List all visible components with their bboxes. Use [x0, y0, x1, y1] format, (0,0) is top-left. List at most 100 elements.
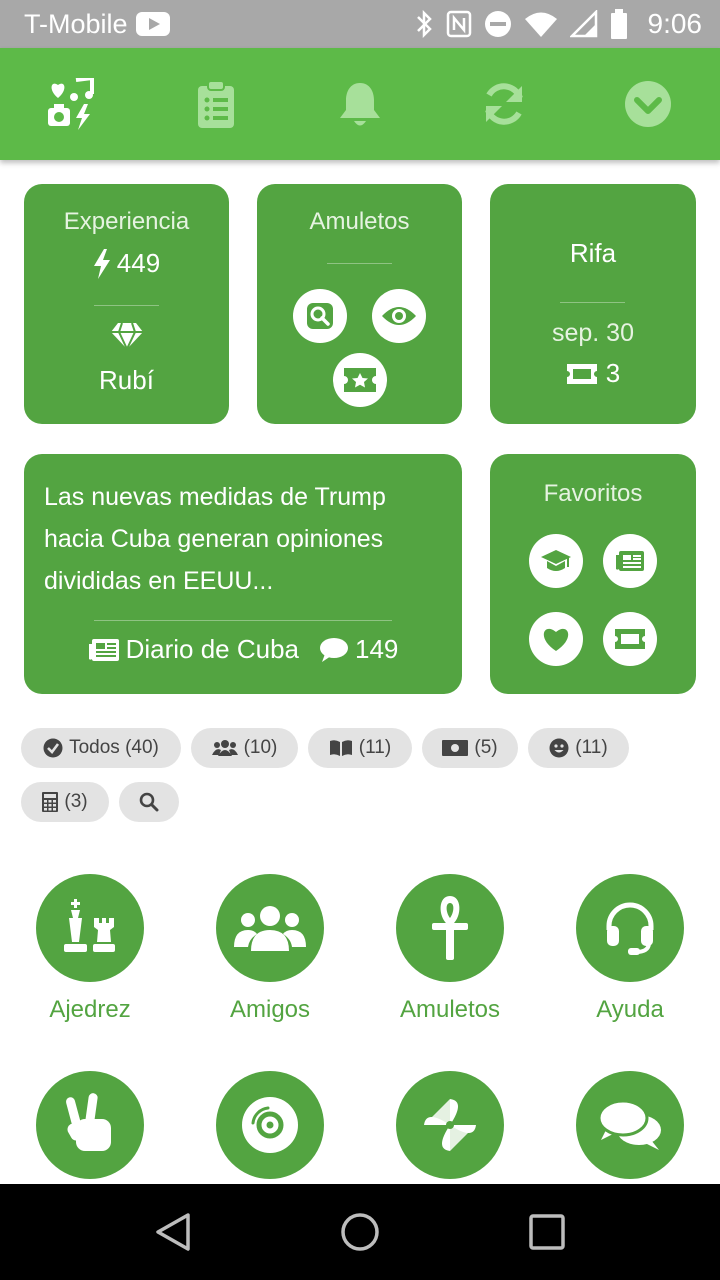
- do-not-disturb-icon: [484, 11, 511, 37]
- wifi-icon: [524, 12, 557, 37]
- favorites-card[interactable]: Favoritos: [490, 454, 696, 694]
- home-icon: [341, 1213, 379, 1251]
- chess-icon: [64, 899, 115, 952]
- news-source: Diario de Cuba: [125, 634, 300, 664]
- back-button[interactable]: [155, 1212, 191, 1252]
- comments-icon: [597, 1099, 661, 1150]
- filter-reading[interactable]: (11): [308, 728, 412, 768]
- news-divider: [94, 620, 392, 621]
- ankh-icon: [432, 896, 468, 960]
- home-button[interactable]: [340, 1212, 380, 1252]
- experience-card[interactable]: Experiencia 449 Rubí: [24, 184, 229, 424]
- filter-money[interactable]: (5): [422, 728, 518, 768]
- app-amuletos-label: Amuletos: [399, 996, 501, 1023]
- app-amigos[interactable]: Amigos: [180, 874, 360, 1024]
- raffle-card[interactable]: Rifa sep. 30 3: [490, 184, 696, 424]
- app-chat-circle: [576, 1071, 684, 1179]
- signal-icon: [569, 10, 597, 38]
- filter-all-label: Todos (40): [69, 737, 159, 758]
- check-circle-icon: [43, 738, 63, 758]
- experience-level: Rubí: [99, 365, 154, 395]
- bell-icon: [340, 83, 380, 126]
- news-headline: Las nuevas medidas de Trump hacia Cuba g…: [44, 483, 386, 595]
- amulet-search: [293, 289, 347, 343]
- tab-notifications[interactable]: [288, 48, 432, 160]
- app-ajedrez-circle: [36, 874, 144, 982]
- experience-points: 449: [116, 248, 161, 278]
- filter-reading-label: (11): [358, 737, 392, 758]
- favorite-education[interactable]: [529, 534, 583, 588]
- app-pinwheel[interactable]: [360, 1071, 540, 1193]
- carrier-name: T-Mobile: [24, 8, 128, 39]
- calculator-icon: [42, 792, 59, 812]
- clock: 9:06: [647, 8, 703, 39]
- raffle-tickets-row: 3: [490, 358, 696, 389]
- battery-icon: [610, 9, 627, 39]
- favorite-news[interactable]: [603, 534, 657, 588]
- nfc-icon: [446, 10, 471, 38]
- amulets-title: Amuletos: [309, 208, 410, 235]
- filter-tools[interactable]: (3): [21, 782, 109, 822]
- diamond-icon: [110, 322, 143, 350]
- pinwheel-icon: [424, 1099, 476, 1151]
- app-amigos-circle: [216, 874, 324, 982]
- app-ajedrez-label: Ajedrez: [49, 996, 131, 1023]
- newspaper-icon: [88, 638, 119, 661]
- tab-tasks[interactable]: [144, 48, 288, 160]
- app-amuletos[interactable]: Amuletos: [360, 874, 540, 1024]
- filter-all[interactable]: Todos (40): [21, 728, 181, 768]
- app-bar: [0, 48, 720, 160]
- sync-icon: [485, 83, 523, 125]
- book-icon: [329, 740, 352, 756]
- raffle-divider: [560, 302, 625, 303]
- experience-title: Experiencia: [63, 208, 190, 235]
- news-comments: 149: [355, 634, 399, 664]
- peace-hand-icon: [66, 1093, 111, 1151]
- heart-icon: [543, 628, 569, 651]
- news-card[interactable]: Las nuevas medidas de Trump hacia Cuba g…: [24, 454, 462, 694]
- favorite-ticket[interactable]: [603, 612, 657, 666]
- experience-points-row: 449: [24, 248, 229, 279]
- recents-button[interactable]: [529, 1214, 566, 1250]
- search-icon: [307, 303, 333, 329]
- navigation-bar: [0, 1184, 720, 1280]
- amulet-ticket-star: [333, 353, 387, 407]
- app-ayuda[interactable]: Ayuda: [540, 874, 720, 1024]
- filter-social[interactable]: (10): [191, 728, 298, 768]
- app-peace[interactable]: [0, 1071, 180, 1193]
- raffle-date: sep. 30: [551, 319, 634, 347]
- users-icon: [234, 906, 306, 951]
- bolt-icon: [93, 248, 110, 279]
- money-icon: [442, 740, 469, 756]
- smile-icon: [549, 738, 569, 758]
- youtube-icon: [135, 12, 170, 36]
- filter-money-label: (5): [474, 737, 498, 758]
- tab-sync[interactable]: [432, 48, 576, 160]
- services-icon: [48, 78, 94, 130]
- favorite-heart[interactable]: [529, 612, 583, 666]
- ticket-icon: [566, 363, 597, 384]
- app-ajedrez[interactable]: Ajedrez: [0, 874, 180, 1024]
- amulets-card[interactable]: Amuletos: [257, 184, 462, 424]
- filter-tools-label: (3): [64, 791, 88, 812]
- app-pinwheel-circle: [396, 1071, 504, 1179]
- tab-completed[interactable]: [576, 48, 720, 160]
- bluetooth-icon: [416, 10, 432, 38]
- record-icon: [242, 1097, 298, 1153]
- app-record-circle: [216, 1071, 324, 1179]
- app-chat[interactable]: [540, 1071, 720, 1193]
- filter-fun[interactable]: (11): [528, 728, 629, 768]
- app-peace-circle: [36, 1071, 144, 1179]
- filter-fun-label: (11): [575, 737, 608, 758]
- app-record[interactable]: [180, 1071, 360, 1193]
- users-icon: [211, 740, 238, 756]
- search-icon: [139, 792, 159, 812]
- raffle-title: Rifa: [569, 238, 617, 268]
- newspaper-icon: [616, 551, 644, 571]
- tab-services[interactable]: [0, 48, 144, 160]
- filter-social-label: (10): [243, 737, 278, 758]
- filter-search[interactable]: [119, 782, 179, 822]
- clipboard-list-icon: [198, 80, 234, 128]
- news-footer: Diario de Cuba 149: [24, 634, 462, 665]
- headset-icon: [606, 902, 654, 955]
